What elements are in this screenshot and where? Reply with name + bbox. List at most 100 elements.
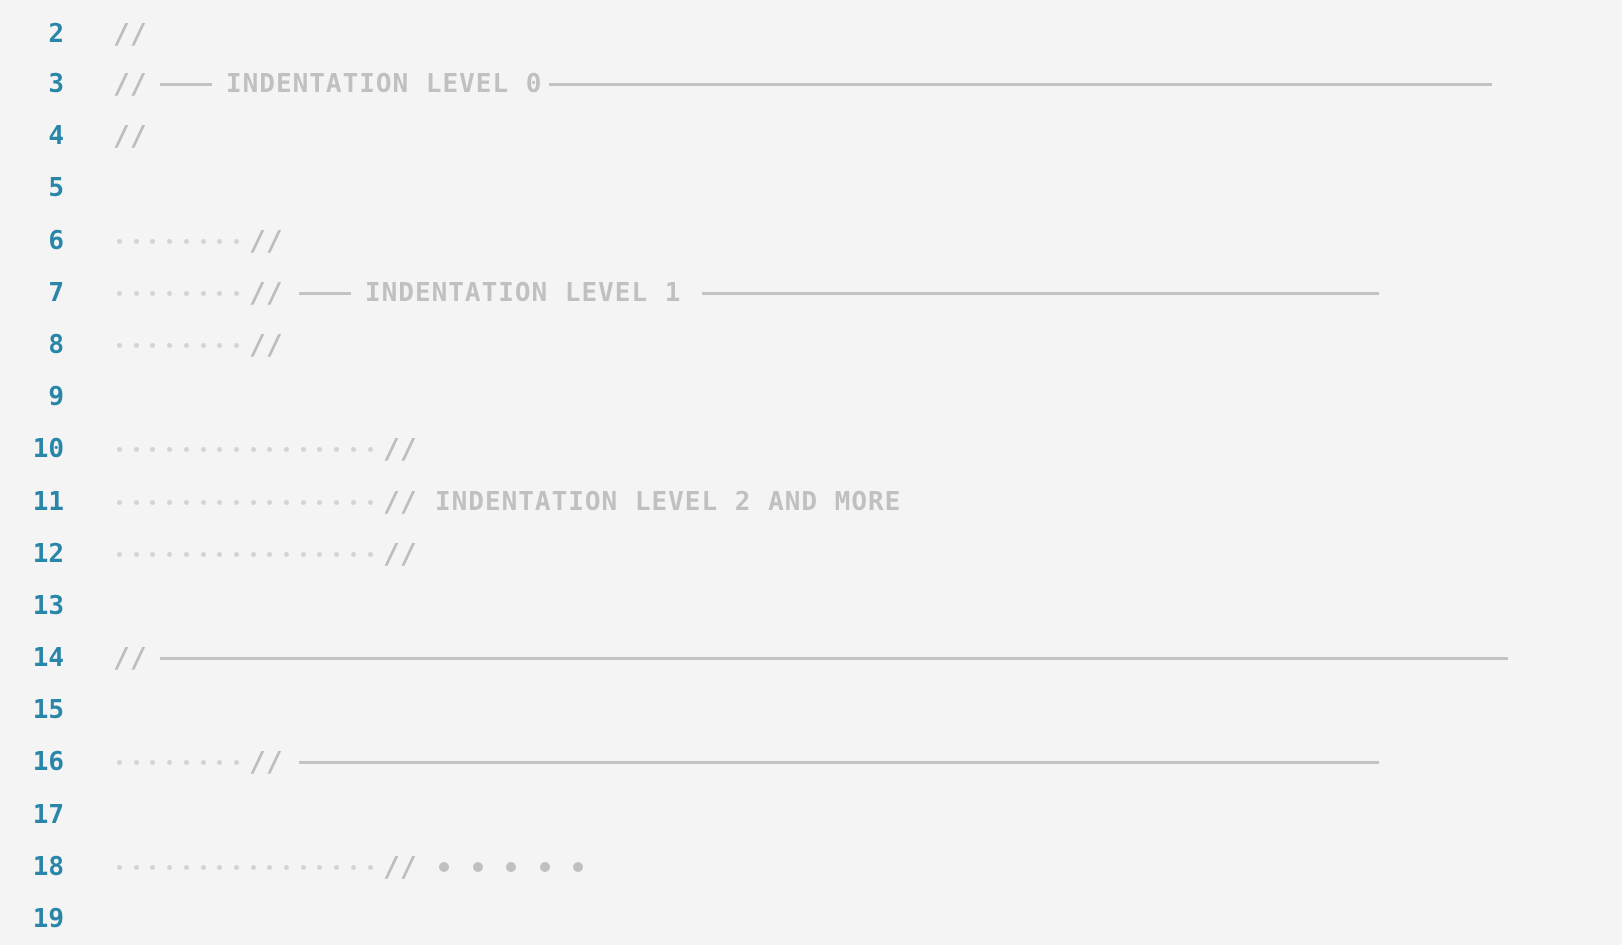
- whitespace-dot: [133, 343, 139, 348]
- line-number: 5: [48, 173, 64, 203]
- whitespace-dot: [133, 239, 139, 244]
- code-line[interactable]: 3 // INDENTATION LEVEL 0: [0, 58, 1622, 110]
- whitespace-dot: [200, 291, 206, 296]
- whitespace-dot: [117, 760, 122, 765]
- whitespace-dot: [183, 552, 189, 557]
- whitespace-dot: [167, 760, 173, 765]
- whitespace-dot: [167, 500, 173, 505]
- bullet-dot: [506, 862, 516, 872]
- whitespace-dot: [300, 865, 306, 870]
- code-line[interactable]: 18 //: [0, 841, 1622, 893]
- line-number: 13: [32, 591, 64, 621]
- whitespace-dot: [117, 500, 122, 505]
- code-line[interactable]: 19: [0, 893, 1622, 945]
- line-number: 19: [32, 904, 64, 934]
- comment-slashes: //: [249, 745, 283, 778]
- whitespace-dot: [267, 552, 273, 557]
- whitespace-dot: [133, 552, 139, 557]
- whitespace-dot: [367, 552, 373, 557]
- line-number: 2: [48, 19, 64, 49]
- whitespace-dot: [233, 343, 239, 348]
- line-number: 8: [48, 330, 64, 360]
- bullet-dot: [573, 862, 583, 872]
- whitespace-dot: [233, 865, 239, 870]
- whitespace-dot: [183, 447, 189, 452]
- whitespace-dot: [350, 552, 356, 557]
- code-line[interactable]: 6 //: [0, 215, 1622, 267]
- code-line[interactable]: 17: [0, 789, 1622, 841]
- code-line[interactable]: 13: [0, 580, 1622, 632]
- whitespace-dot: [334, 552, 340, 557]
- whitespace-dot: [150, 760, 156, 765]
- line-number: 18: [32, 852, 64, 882]
- whitespace-dot: [217, 552, 223, 557]
- code-line[interactable]: 12 //: [0, 528, 1622, 580]
- whitespace-dot: [133, 760, 139, 765]
- whitespace-dot: [250, 447, 256, 452]
- whitespace-dot: [350, 500, 356, 505]
- whitespace-dot: [133, 865, 139, 870]
- whitespace-dot: [334, 865, 340, 870]
- section-heading: INDENTATION LEVEL 1: [365, 278, 682, 308]
- whitespace-dot: [233, 552, 239, 557]
- code-line[interactable]: 16 //: [0, 736, 1622, 788]
- whitespace-dot: [217, 500, 223, 505]
- line-number: 3: [48, 69, 64, 99]
- whitespace-dot: [133, 500, 139, 505]
- code-line[interactable]: 5: [0, 162, 1622, 214]
- whitespace-dot: [150, 552, 156, 557]
- code-line[interactable]: 10 //: [0, 423, 1622, 475]
- whitespace-dot: [150, 343, 156, 348]
- whitespace-dot: [150, 500, 156, 505]
- comment-slashes: //: [113, 119, 147, 152]
- divider-rule: [702, 292, 1379, 295]
- whitespace-dot: [267, 447, 273, 452]
- section-heading: INDENTATION LEVEL 2 AND MORE: [435, 487, 902, 517]
- whitespace-dot: [217, 760, 223, 765]
- whitespace-dot: [150, 239, 156, 244]
- whitespace-dot: [117, 291, 122, 296]
- code-editor[interactable]: 2 // 3 // INDENTATION LEVEL 0 4 // 5 6 /…: [0, 0, 1622, 942]
- code-line[interactable]: 15: [0, 684, 1622, 736]
- code-line[interactable]: 2 //: [0, 8, 1622, 60]
- code-line[interactable]: 11 // INDENTATION LEVEL 2 AND MORE: [0, 476, 1622, 528]
- whitespace-dot: [317, 447, 323, 452]
- comment-slashes: //: [383, 850, 417, 883]
- line-number: 17: [32, 800, 64, 830]
- code-line[interactable]: 8 //: [0, 319, 1622, 371]
- whitespace-dot: [334, 500, 340, 505]
- line-number: 16: [32, 747, 64, 777]
- whitespace-dot: [284, 447, 289, 452]
- whitespace-dot: [267, 865, 273, 870]
- code-line[interactable]: 14 //: [0, 632, 1622, 684]
- line-number: 6: [48, 226, 64, 256]
- line-number: 15: [32, 695, 64, 725]
- whitespace-dot: [183, 760, 189, 765]
- whitespace-dot: [317, 552, 323, 557]
- whitespace-dot: [133, 447, 139, 452]
- whitespace-dot: [250, 500, 256, 505]
- whitespace-dot: [350, 447, 356, 452]
- comment-slashes: //: [113, 67, 147, 100]
- whitespace-dot: [150, 865, 156, 870]
- whitespace-dot: [183, 500, 189, 505]
- whitespace-dot: [133, 291, 139, 296]
- comment-slashes: //: [113, 17, 147, 50]
- line-number: 9: [48, 382, 64, 412]
- whitespace-dot: [284, 552, 289, 557]
- code-line[interactable]: 9: [0, 371, 1622, 423]
- whitespace-dot: [300, 552, 306, 557]
- whitespace-dot: [183, 343, 189, 348]
- comment-slashes: //: [383, 485, 417, 518]
- whitespace-dot: [200, 865, 206, 870]
- whitespace-dot: [250, 865, 256, 870]
- code-line[interactable]: 4 //: [0, 110, 1622, 162]
- code-line[interactable]: 7 // INDENTATION LEVEL 1: [0, 267, 1622, 319]
- whitespace-dot: [200, 239, 206, 244]
- whitespace-dot: [317, 500, 323, 505]
- line-number: 14: [32, 643, 64, 673]
- line-number: 7: [48, 278, 64, 308]
- whitespace-dot: [367, 500, 373, 505]
- comment-slashes: //: [383, 432, 417, 465]
- comment-slashes: //: [249, 276, 283, 309]
